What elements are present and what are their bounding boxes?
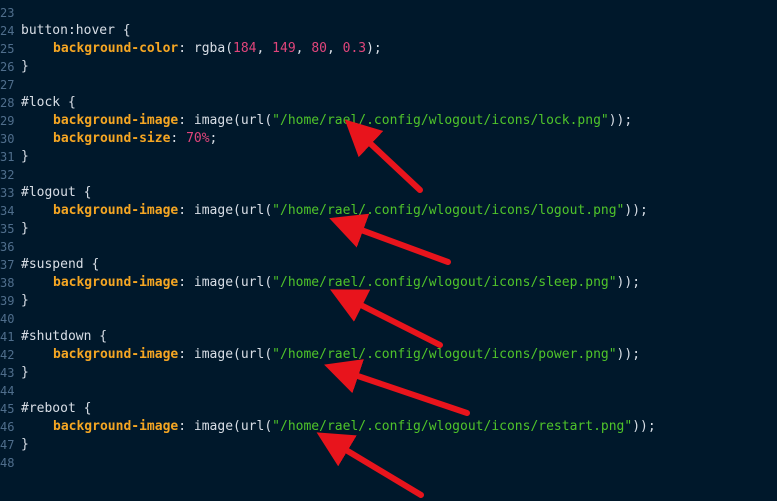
line-number: 34 xyxy=(0,204,15,218)
line-number: 44 xyxy=(0,384,15,398)
line-number: 39 xyxy=(0,294,15,308)
css-string: "/home/rael/.config/wlogout/icons/restar… xyxy=(272,419,633,434)
line-number: 38 xyxy=(0,276,15,290)
line-number: 48 xyxy=(0,456,15,470)
css-property: background-image xyxy=(53,113,179,128)
css-number: 0.3 xyxy=(342,41,367,56)
line-number: 31 xyxy=(0,150,15,164)
line-number: 23 xyxy=(0,6,15,20)
css-property: background-size xyxy=(53,131,171,146)
css-property: background-image xyxy=(53,419,179,434)
code-line: #suspend { xyxy=(21,257,100,272)
css-function: image(url( xyxy=(193,113,273,128)
code-line: } xyxy=(21,365,29,380)
css-string: "/home/rael/.config/wlogout/icons/power.… xyxy=(272,347,617,362)
css-number: 80 xyxy=(311,41,327,56)
code-line: #shutdown { xyxy=(21,329,108,344)
line-number: 41 xyxy=(0,330,15,344)
code-line: button:hover { xyxy=(21,23,131,38)
line-number: 37 xyxy=(0,258,15,272)
css-function: image(url( xyxy=(193,419,273,434)
line-number: 24 xyxy=(0,24,15,38)
line-number: 30 xyxy=(0,132,15,146)
line-number: 25 xyxy=(0,42,15,56)
line-number: 43 xyxy=(0,366,15,380)
code-line: #reboot { xyxy=(21,401,92,416)
line-number: 28 xyxy=(0,96,15,110)
css-function: image(url( xyxy=(193,275,273,290)
line-number: 27 xyxy=(0,78,15,92)
css-string: "/home/rael/.config/wlogout/icons/sleep.… xyxy=(272,275,617,290)
css-number: 149 xyxy=(272,41,296,56)
code-line: background-image: image(url("/home/rael/… xyxy=(53,419,656,434)
code-editor[interactable]: 23 24 25 26 27 28 29 30 31 32 33 34 35 36 37 38 39 40 41 42… xyxy=(0,0,777,501)
css-property: background-image xyxy=(53,347,179,362)
css-number: 184 xyxy=(233,41,257,56)
css-string: "/home/rael/.config/wlogout/icons/lock.p… xyxy=(272,113,609,128)
code-line: } xyxy=(21,437,29,452)
line-number: 32 xyxy=(0,168,15,182)
line-number: 26 xyxy=(0,60,15,74)
css-property: background-image xyxy=(53,275,179,290)
css-selector: button:hover xyxy=(21,23,115,38)
css-property: background-image xyxy=(53,203,179,218)
code-line: background-color: rgba(184, 149, 80, 0.3… xyxy=(53,41,382,56)
line-number: 47 xyxy=(0,438,15,452)
code-line: background-image: image(url("/home/rael/… xyxy=(53,347,641,362)
code-line: } xyxy=(21,293,29,308)
css-selector: #suspend xyxy=(21,257,84,272)
css-selector: #logout xyxy=(21,185,76,200)
css-selector: #reboot xyxy=(21,401,76,416)
line-number-gutter: 23 24 25 26 27 28 29 30 31 32 33 34 35 36 37 38 39 40 41 42… xyxy=(0,4,17,472)
css-selector: #shutdown xyxy=(21,329,92,344)
css-function: rgba( xyxy=(193,41,234,56)
code-line: background-image: image(url("/home/rael/… xyxy=(53,113,633,128)
code-line: } xyxy=(21,221,29,236)
code-line: #logout { xyxy=(21,185,92,200)
line-number: 33 xyxy=(0,186,15,200)
css-function: image(url( xyxy=(193,203,273,218)
css-function: image(url( xyxy=(193,347,273,362)
code-line: } xyxy=(21,149,29,164)
line-number: 45 xyxy=(0,402,15,416)
code-line: } xyxy=(21,59,29,74)
line-number: 40 xyxy=(0,312,15,326)
line-number: 36 xyxy=(0,240,15,254)
line-number: 29 xyxy=(0,114,15,128)
css-string: "/home/rael/.config/wlogout/icons/logout… xyxy=(272,203,625,218)
css-number: 70% xyxy=(186,131,210,146)
code-line: background-size: 70%; xyxy=(53,131,218,146)
css-property: background-color xyxy=(53,41,179,56)
css-selector: #lock xyxy=(21,95,61,110)
code-line: background-image: image(url("/home/rael/… xyxy=(53,275,641,290)
code-area[interactable]: button:hover { background-color: rgba(18… xyxy=(21,4,777,472)
line-number: 42 xyxy=(0,348,15,362)
line-number: 46 xyxy=(0,420,15,434)
code-line: background-image: image(url("/home/rael/… xyxy=(53,203,648,218)
line-number: 35 xyxy=(0,222,15,236)
code-line: #lock { xyxy=(21,95,76,110)
